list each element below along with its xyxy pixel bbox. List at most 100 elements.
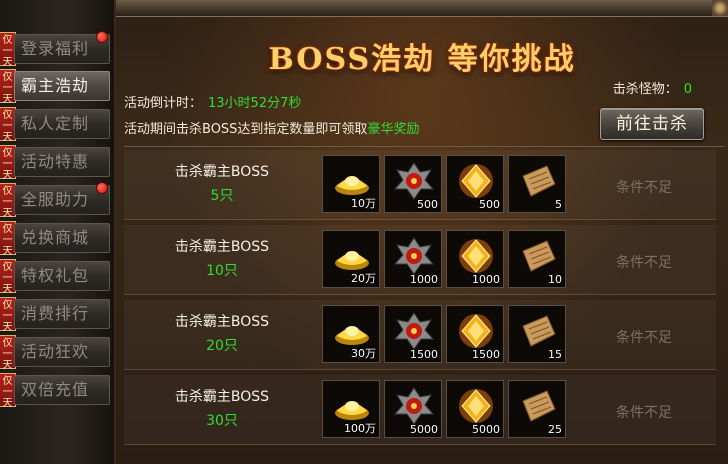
countdown-label: 活动倒计时： xyxy=(124,96,203,111)
reward-quantity: 500 xyxy=(479,198,500,211)
sidebar-item-privilege-pack[interactable]: 仅一天 特权礼包 xyxy=(0,259,112,295)
sidebar-item-private-custom[interactable]: 仅一天 私人定制 xyxy=(0,107,112,143)
reward-slot[interactable]: 1000 xyxy=(446,230,504,288)
notification-dot xyxy=(96,31,108,43)
reward-slot[interactable]: 25 xyxy=(508,380,566,438)
kill-counter-label: 击杀怪物： xyxy=(612,82,678,97)
tag-char: 仅 xyxy=(2,338,13,349)
sidebar-item-boss-havoc[interactable]: 仅一天 霸主浩劫 xyxy=(0,69,112,105)
sidebar-item-server-boost[interactable]: 仅一天 全服助力 xyxy=(0,182,112,219)
reward-quantity: 1000 xyxy=(472,273,500,286)
reward-quantity: 10万 xyxy=(351,197,376,210)
scroll-icon xyxy=(522,240,556,272)
page-title: BOSS浩劫 等你挑战 xyxy=(268,42,576,77)
sidebar-item-event-carnival[interactable]: 仅一天 活动狂欢 xyxy=(0,335,112,371)
tag-char: 一 xyxy=(2,121,13,132)
claim-status: 条件不足 xyxy=(616,180,672,196)
reward-row: 击杀霸主BOSS 5只 10万 500 500 5 条件不足 xyxy=(124,147,716,220)
row-title: 击杀霸主BOSS xyxy=(174,389,270,405)
sidebar-item-exchange-shop[interactable]: 仅一天 兑换商城 xyxy=(0,221,112,257)
scroll-icon xyxy=(522,315,556,347)
reward-slot[interactable]: 1500 xyxy=(446,305,504,363)
row-title: 击杀霸主BOSS xyxy=(174,239,270,255)
reward-slot[interactable]: 20万 xyxy=(322,230,380,288)
tag-char: 仅 xyxy=(2,72,13,83)
reward-slot[interactable]: 5000 xyxy=(446,380,504,438)
demon-medal-icon xyxy=(393,237,435,275)
reward-quantity: 30万 xyxy=(351,347,376,360)
reward-slot[interactable]: 10万 xyxy=(322,155,380,213)
tag-char: 天 xyxy=(2,94,13,105)
sidebar-item-label: 霸主浩劫 xyxy=(14,71,110,101)
tag-char: 一 xyxy=(2,235,13,246)
row-kill-target: 20只 xyxy=(206,338,238,354)
reward-slot[interactable]: 500 xyxy=(384,155,442,213)
reward-slot[interactable]: 30万 xyxy=(322,305,380,363)
sidebar-item-label: 活动特惠 xyxy=(14,147,110,177)
sidebar-item-label: 特权礼包 xyxy=(14,261,110,291)
reward-quantity: 5 xyxy=(555,198,562,211)
sidebar-item-login-bonus[interactable]: 仅一天 登录福利 xyxy=(0,31,112,68)
tag-char: 仅 xyxy=(2,224,13,235)
sidebar-item-label: 兑换商城 xyxy=(14,223,110,253)
event-description: 活动期间击杀BOSS达到指定数量即可领取豪华奖励 xyxy=(124,118,419,137)
tag-char: 仅 xyxy=(2,300,13,311)
tag-char: 仅 xyxy=(2,148,13,159)
sidebar-item-spending-rank[interactable]: 仅一天 消费排行 xyxy=(0,297,112,333)
row-title: 击杀霸主BOSS xyxy=(174,164,270,180)
reward-list: 击杀霸主BOSS 5只 10万 500 500 5 条件不足 击杀霸主BOSS … xyxy=(124,146,724,464)
row-kill-target: 5只 xyxy=(210,188,234,204)
tag-char: 天 xyxy=(2,208,13,219)
claim-status: 条件不足 xyxy=(616,255,672,271)
reward-slot[interactable]: 10 xyxy=(508,230,566,288)
reward-quantity: 15 xyxy=(548,348,562,361)
reward-slot[interactable]: 5000 xyxy=(384,380,442,438)
notification-dot xyxy=(96,182,108,194)
tag-char: 一 xyxy=(2,349,13,360)
sidebar-item-label: 消费排行 xyxy=(14,299,110,329)
tag-char: 天 xyxy=(2,132,13,143)
tag-char: 天 xyxy=(2,284,13,295)
row-title: 击杀霸主BOSS xyxy=(174,314,270,330)
reward-quantity: 10 xyxy=(548,273,562,286)
gold-gem-icon xyxy=(459,164,493,198)
tag-char: 仅 xyxy=(2,376,13,387)
tag-char: 天 xyxy=(2,246,13,257)
reward-quantity: 20万 xyxy=(351,272,376,285)
countdown-value: 13小时52分7秒 xyxy=(208,96,302,111)
demon-medal-icon xyxy=(393,387,435,425)
tag-char: 天 xyxy=(2,170,13,181)
demon-medal-icon xyxy=(393,162,435,200)
description-text: 活动期间击杀BOSS达到指定数量即可领取 xyxy=(124,122,368,137)
tag-char: 天 xyxy=(2,398,13,409)
demon-medal-icon xyxy=(393,312,435,350)
row-kill-target: 30只 xyxy=(206,413,238,429)
tag-char: 天 xyxy=(2,57,13,68)
kill-counter: 击杀怪物： 0 xyxy=(613,78,692,97)
go-kill-button[interactable]: 前往击杀 xyxy=(600,108,704,140)
reward-slot[interactable]: 5 xyxy=(508,155,566,213)
tag-char: 一 xyxy=(2,46,13,57)
scroll-icon xyxy=(522,165,556,197)
sidebar-item-label: 私人定制 xyxy=(14,109,110,139)
reward-slot[interactable]: 1500 xyxy=(384,305,442,363)
claim-status: 条件不足 xyxy=(616,405,672,421)
reward-row: 击杀霸主BOSS 10只 20万 1000 1000 10 条件不足 xyxy=(124,222,716,295)
tag-char: 天 xyxy=(2,360,13,371)
tag-char: 一 xyxy=(2,273,13,284)
reward-slot[interactable]: 100万 xyxy=(322,380,380,438)
reward-slot[interactable]: 15 xyxy=(508,305,566,363)
tag-char: 仅 xyxy=(2,35,13,46)
reward-row: 击杀霸主BOSS 20只 30万 1500 1500 15 条件不足 xyxy=(124,297,716,370)
tag-char: 一 xyxy=(2,311,13,322)
reward-quantity: 5000 xyxy=(410,423,438,436)
claim-status: 条件不足 xyxy=(616,330,672,346)
reward-quantity: 25 xyxy=(548,423,562,436)
reward-slot[interactable]: 1000 xyxy=(384,230,442,288)
reward-slot[interactable]: 500 xyxy=(446,155,504,213)
kill-counter-value: 0 xyxy=(683,82,692,97)
reward-quantity: 1500 xyxy=(410,348,438,361)
sidebar-item-double-recharge[interactable]: 仅一天 双倍充值 xyxy=(0,373,112,409)
reward-quantity: 100万 xyxy=(344,422,376,435)
sidebar-item-event-discount[interactable]: 仅一天 活动特惠 xyxy=(0,145,112,181)
